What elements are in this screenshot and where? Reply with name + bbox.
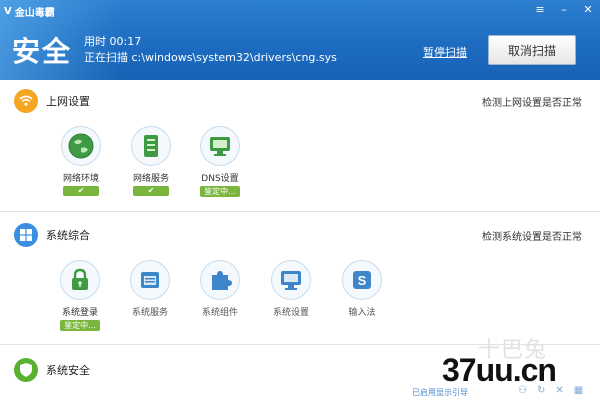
section-network-head: 上网设置	[14, 88, 90, 114]
item-label: DNS设置	[201, 174, 239, 184]
tools-icon[interactable]: ✕	[555, 385, 563, 396]
pause-scan-link[interactable]: 暂停扫描	[423, 44, 467, 60]
item-label: 网络环境	[62, 174, 99, 184]
person-icon[interactable]: ⚇	[518, 385, 527, 396]
scanning-row: 正在扫描 c:\windows\system32\drivers\cng.sys	[84, 50, 337, 66]
checking-badge: 鉴定中...	[60, 320, 100, 331]
logo-mark-icon: V	[4, 6, 12, 17]
refresh-icon[interactable]: ↻	[537, 385, 545, 396]
item-label: 系统登录	[61, 308, 98, 318]
lock-icon	[60, 260, 100, 300]
elapsed-row: 用时 00:17	[84, 34, 337, 50]
elapsed-time: 00:17	[109, 35, 142, 48]
item-system-login[interactable]: 系统登录 鉴定中...	[50, 260, 110, 331]
scan-status: 安全	[12, 35, 73, 68]
section-system-desc: 检测系统设置是否正常	[482, 232, 582, 243]
server-icon	[131, 126, 171, 166]
windows-icon	[14, 223, 38, 247]
footer-link[interactable]: 已启用显示引导	[412, 387, 468, 398]
item-system-service[interactable]: 系统服务	[120, 260, 180, 318]
item-label: 系统组件	[201, 308, 238, 318]
cancel-scan-button[interactable]: 取消扫描	[488, 35, 576, 65]
grid-icon[interactable]: ▦	[574, 385, 583, 396]
footer-icons: ⚇ ↻ ✕ ▦	[518, 385, 583, 396]
section-security-title: 系统安全	[46, 364, 90, 377]
scanning-label: 正在扫描	[84, 51, 128, 64]
item-label: 输入法	[348, 308, 376, 318]
globe-icon	[61, 126, 101, 166]
item-dns-settings[interactable]: DNS设置 鉴定中...	[190, 126, 250, 197]
section-system-title: 系统综合	[46, 229, 90, 242]
item-network-env[interactable]: 网络环境 ✔	[51, 126, 111, 196]
window-controls: ≡ – ✕	[534, 3, 594, 16]
item-label: 系统设置	[272, 308, 309, 318]
item-network-service[interactable]: 网络服务 ✔	[121, 126, 181, 196]
header-bar: V 金山毒霸 ≡ – ✕ 安全 用时 00:17 正在扫描 c:\windows…	[0, 0, 600, 80]
app-logo: V 金山毒霸	[4, 4, 55, 19]
item-system-settings[interactable]: 系统设置	[261, 260, 321, 318]
scan-meta: 用时 00:17 正在扫描 c:\windows\system32\driver…	[84, 34, 337, 66]
section-network-desc: 检测上网设置是否正常	[482, 98, 582, 109]
item-label: 系统服务	[131, 308, 168, 318]
elapsed-label: 用时	[84, 35, 106, 48]
minimize-icon[interactable]: –	[558, 3, 570, 16]
window-icon	[130, 260, 170, 300]
item-input-method[interactable]: S 输入法	[332, 260, 392, 318]
ok-check-badge: ✔	[63, 186, 99, 196]
ok-check-badge: ✔	[133, 186, 169, 196]
item-label: 网络服务	[132, 174, 169, 184]
watermark-site: 37uu.cn	[442, 352, 557, 388]
close-icon[interactable]: ✕	[582, 3, 594, 16]
checking-badge: 鉴定中...	[200, 186, 240, 197]
section-system-head: 系统综合	[14, 222, 90, 248]
app-name: 金山毒霸	[14, 8, 55, 19]
menu-icon[interactable]: ≡	[534, 3, 546, 16]
section-network-title: 上网设置	[46, 95, 90, 108]
wifi-icon	[14, 89, 38, 113]
item-system-components[interactable]: 系统组件	[190, 260, 250, 318]
scanning-path: c:\windows\system32\drivers\cng.sys	[131, 51, 337, 64]
section-system: 系统综合 检测系统设置是否正常 系统登录 鉴定中... 系统服务 系统组件 系统…	[0, 212, 600, 344]
puzzle-icon	[200, 260, 240, 300]
section-network: 上网设置 检测上网设置是否正常 网络环境 ✔ 网络服务 ✔ DNS设置 鉴定中.…	[0, 80, 600, 212]
monitor-icon	[200, 126, 240, 166]
settings-monitor-icon	[271, 260, 311, 300]
shield-icon	[14, 358, 38, 382]
section-security-head: 系统安全	[14, 357, 90, 383]
svg-text:S: S	[358, 273, 367, 288]
input-s-icon: S	[342, 260, 382, 300]
